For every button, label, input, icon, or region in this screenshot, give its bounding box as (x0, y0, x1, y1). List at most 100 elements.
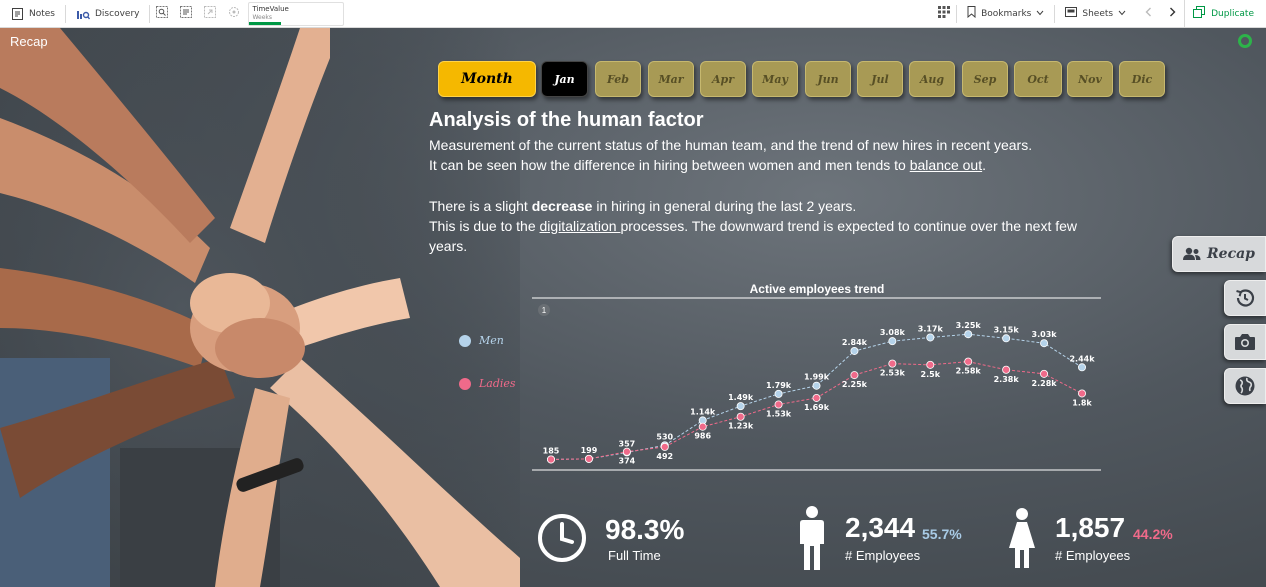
point-ladies (622, 447, 631, 456)
month-button-feb[interactable]: Feb (595, 61, 641, 97)
data-label-ladies: 374 (619, 457, 636, 466)
month-button-may[interactable]: May (752, 61, 798, 97)
camera-nav-button[interactable] (1224, 324, 1266, 360)
paragraph-line: Measurement of the current status of the… (429, 137, 1033, 153)
point-ladies (584, 454, 593, 463)
point-ladies (660, 442, 669, 451)
sheets-icon (1065, 7, 1078, 20)
text-span: in hiring in general during the last 2 y… (592, 198, 857, 214)
clear-selections-icon (228, 6, 240, 21)
data-label-ladies: 2.28k (1032, 379, 1058, 388)
selection-chip-timevalue[interactable]: TimeValue Weeks (248, 1, 345, 26)
kpi-fulltime-value: 98.3% (605, 514, 685, 545)
point-ladies (774, 400, 783, 409)
month-button-sep[interactable]: Sep (962, 61, 1008, 97)
users-icon (1183, 247, 1201, 260)
clear-selections-button[interactable] (222, 0, 246, 28)
month-filter-button[interactable]: Month (438, 61, 536, 97)
smart-search-button[interactable] (150, 0, 174, 28)
point-men (964, 330, 973, 339)
text-span: processes. The downward trend is expecte… (620, 218, 1078, 234)
point-men (1002, 334, 1011, 343)
history-nav-button[interactable] (1224, 280, 1266, 316)
globe-icon (1235, 376, 1255, 396)
kpi-women-value: 1,857 (1055, 512, 1126, 543)
data-label-ladies: 1.53k (766, 409, 792, 418)
paragraph-line: It can be seen how the difference in hir… (429, 155, 1109, 175)
month-button-mar[interactable]: Mar (648, 61, 694, 97)
data-label-ladies: 2.38k (994, 375, 1020, 384)
step-forward-button[interactable] (198, 0, 222, 28)
analysis-paragraph-1: Measurement of the current status of the… (429, 135, 1109, 175)
selection-tool-icon (180, 6, 193, 21)
bookmarks-button[interactable]: Bookmarks (957, 0, 1054, 28)
month-button-dic[interactable]: Dic (1119, 61, 1165, 97)
next-sheet-button[interactable] (1160, 0, 1184, 28)
sheets-button[interactable]: Sheets (1055, 0, 1136, 28)
chevron-right-icon (1169, 7, 1176, 20)
step-forward-icon (204, 6, 217, 21)
kpi-men-percent: 55.7% (922, 526, 962, 542)
selection-field: TimeValue (252, 4, 289, 13)
kpi-women-label: # Employees (1055, 548, 1131, 563)
qlik-logo-icon (1238, 34, 1252, 48)
clock-icon (538, 514, 586, 562)
point-ladies (1078, 389, 1087, 398)
month-button-jul[interactable]: Jul (857, 61, 903, 97)
text-span: This is due to the (429, 218, 540, 234)
point-ladies (698, 422, 707, 431)
data-label-ladies: 2.5k (921, 370, 941, 379)
decrease-emphasis: decrease (531, 198, 593, 214)
previous-sheet-button[interactable] (1136, 0, 1160, 28)
month-button-jun[interactable]: Jun (805, 61, 851, 97)
point-ladies (888, 359, 897, 368)
notes-label: Notes (29, 8, 55, 19)
data-label-men: 1.49k (728, 393, 754, 402)
data-label-men: 2.44k (1069, 354, 1095, 363)
point-ladies (547, 455, 556, 464)
data-label-ladies: 2.58k (956, 367, 982, 376)
analysis-paragraph-2: There is a slight decrease in hiring in … (429, 196, 1109, 256)
kpi-men-label: # Employees (845, 548, 921, 563)
notes-button[interactable]: Notes (0, 0, 65, 28)
data-label-ladies: 986 (694, 432, 711, 441)
data-label-men: 1.79k (766, 381, 792, 390)
chart-badge-label: 1 (542, 306, 547, 315)
discovery-button[interactable]: Discovery (66, 0, 149, 28)
toolbar-right: Bookmarks Sheets Duplicate (932, 0, 1266, 28)
month-button-aug[interactable]: Aug (909, 61, 955, 97)
discovery-icon (76, 7, 90, 21)
recap-nav-button[interactable]: Recap (1172, 236, 1266, 272)
active-employees-line-chart[interactable]: 1 185 199 357 530 1.14k 1.49k 1.79k 1.99k 2.84k 3.… (440, 294, 1120, 474)
month-button-jan[interactable]: Jan (541, 61, 588, 97)
data-label-ladies: 492 (656, 452, 673, 461)
globe-nav-button[interactable] (1224, 368, 1266, 404)
grid-view-button[interactable] (932, 0, 956, 28)
month-button-nov[interactable]: Nov (1067, 61, 1113, 97)
month-button-oct[interactable]: Oct (1014, 61, 1062, 97)
duplicate-button[interactable]: Duplicate (1184, 0, 1266, 28)
kpi-men-value: 2,344 (845, 512, 916, 543)
point-men (926, 333, 935, 342)
selections-tool-button[interactable] (174, 0, 198, 28)
paragraph-line: years. (429, 238, 468, 254)
data-label-men: 357 (619, 439, 636, 448)
history-icon (1236, 289, 1255, 307)
chevron-down-icon (1036, 9, 1044, 19)
point-men (774, 389, 783, 398)
data-label-men: 3.15k (994, 325, 1020, 334)
data-label-ladies: 1.69k (804, 403, 830, 412)
data-label-men: 199 (581, 446, 598, 455)
month-button-apr[interactable]: Apr (700, 61, 746, 97)
point-men (812, 381, 821, 390)
selection-value: Weeks (252, 13, 273, 21)
grid-icon (938, 6, 951, 21)
point-men (888, 337, 897, 346)
point-men (736, 402, 745, 411)
data-label-men: 2.84k (842, 338, 868, 347)
chevron-down-icon (1118, 9, 1126, 19)
kpi-fulltime-label: Full Time (608, 548, 661, 563)
point-men (1040, 339, 1049, 348)
point-men (1078, 363, 1087, 372)
digitalization-link: digitalization (539, 218, 621, 234)
